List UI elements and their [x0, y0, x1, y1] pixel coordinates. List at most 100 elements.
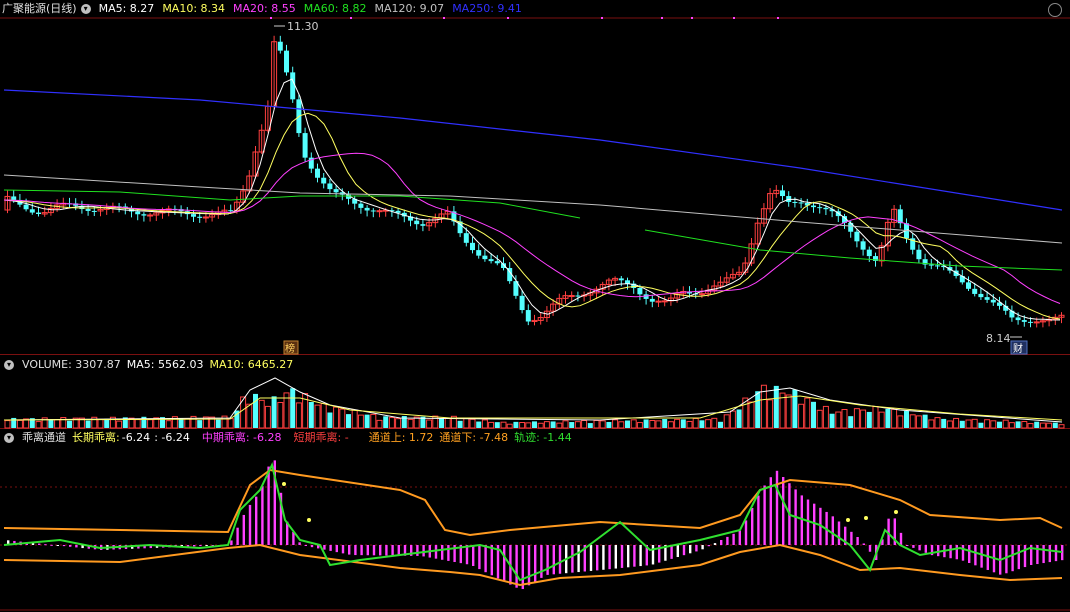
bias-bar — [689, 545, 692, 554]
bias-bar — [701, 545, 704, 550]
chart-canvas[interactable]: 11.30 8.14 榜 财 — [0, 0, 1070, 612]
bias-bar — [472, 545, 475, 566]
volume-bar-up — [4, 420, 11, 429]
volume-bar-down — [271, 396, 277, 428]
volume-bar-up — [525, 422, 532, 429]
candle-body-down — [315, 168, 320, 178]
volume-bar-down — [48, 419, 54, 428]
bias-bar — [955, 545, 958, 560]
candle-body-down — [811, 205, 816, 208]
bias-bar — [577, 545, 580, 573]
marker-bang[interactable]: 榜 — [283, 340, 299, 355]
bias-bar — [416, 545, 419, 556]
volume-bar-up — [426, 419, 433, 429]
bias-dot — [282, 482, 286, 486]
candle-body-down — [984, 297, 990, 300]
candle-body-down — [972, 288, 978, 294]
volume-bar-down — [104, 418, 110, 428]
volume-bar-up — [984, 419, 991, 429]
candle-body-up — [568, 295, 575, 298]
candle-body-down — [792, 201, 798, 203]
volume-bar-down — [718, 421, 723, 428]
volume-bar-down — [662, 419, 668, 428]
bias-bar — [596, 545, 599, 571]
bias-bar — [298, 542, 301, 545]
volume-bar-up — [320, 402, 327, 429]
bias-bar — [335, 545, 338, 553]
trace-line — [3, 462, 1063, 582]
volume-bar-down — [197, 420, 203, 428]
bias-bar — [707, 545, 710, 547]
candle-body-down — [476, 250, 482, 256]
bias-bar — [422, 545, 425, 557]
candle-body-down — [637, 287, 643, 295]
candle-body-down — [370, 210, 376, 212]
volume-bar-up — [506, 423, 513, 429]
bias-bar — [782, 477, 785, 545]
volume-bar-up — [165, 420, 172, 429]
volume-bar-up — [686, 420, 693, 429]
bias-bar — [267, 466, 270, 545]
volume-bar-down — [290, 388, 296, 428]
high-price-label: 11.30 — [287, 20, 319, 33]
volume-bar-down — [494, 422, 500, 428]
volume-bar-up — [97, 418, 104, 429]
volume-bar-up — [618, 421, 625, 429]
bias-bar — [261, 486, 264, 545]
bias-bar — [1048, 545, 1051, 563]
bias-bar — [1017, 545, 1020, 570]
candle-body-down — [470, 242, 475, 251]
candle-body-down — [327, 183, 333, 190]
volume-bar-down — [513, 421, 519, 428]
bias-bar — [589, 545, 593, 571]
volume-bar-up — [388, 417, 395, 429]
volume-bar-up — [264, 405, 271, 429]
volume-bar-down — [1034, 421, 1040, 428]
volume-bar-down — [792, 389, 798, 428]
volume-bar-up — [519, 422, 526, 429]
bias-bar — [484, 545, 487, 573]
ma20-line — [3, 152, 1061, 304]
bias-bar — [354, 545, 357, 556]
candle-body-up — [376, 210, 383, 213]
volume-bar-up — [314, 404, 321, 429]
bias-bar — [372, 545, 376, 556]
bias-bar — [230, 540, 233, 545]
volume-bar-up — [1058, 424, 1065, 429]
bias-bar — [980, 545, 983, 568]
volume-bar-down — [997, 421, 1002, 428]
volume-bar-up — [860, 409, 867, 429]
candle-body-up — [655, 300, 662, 303]
volume-bar-up — [339, 408, 346, 429]
bias-bar — [924, 545, 927, 553]
bias-bar — [937, 545, 940, 557]
bias-bar — [726, 536, 729, 545]
volume-bar-up — [705, 419, 712, 429]
volume-bar-down — [922, 414, 928, 428]
volume-bar-down — [811, 401, 816, 428]
bias-bar — [906, 545, 909, 546]
bias-bar — [676, 545, 679, 558]
volume-bar-up — [562, 420, 569, 429]
bias-bar — [620, 545, 624, 568]
volume-bar-down — [85, 420, 91, 428]
bias-bar — [546, 545, 549, 575]
volume-bar-down — [215, 419, 221, 428]
marker-cai[interactable]: 财 — [1010, 340, 1028, 355]
bias-bar — [503, 545, 506, 582]
marker-bang-label: 榜 — [285, 342, 295, 355]
bias-bar — [323, 545, 326, 550]
candle-body-down — [525, 310, 531, 322]
bias-bar — [571, 545, 574, 573]
volume-bar-up — [16, 419, 23, 429]
bias-bar — [961, 545, 965, 561]
bias-bar — [633, 545, 636, 567]
volume-bar-up — [351, 409, 358, 429]
volume-bar-up — [822, 405, 829, 429]
candle-body-down — [228, 210, 234, 212]
volume-bar-down — [959, 420, 965, 428]
channel-lower-line — [3, 543, 1063, 587]
volume-bar-down — [1015, 421, 1021, 428]
volume-bar-up — [370, 413, 377, 429]
candle-body-down — [284, 50, 289, 73]
